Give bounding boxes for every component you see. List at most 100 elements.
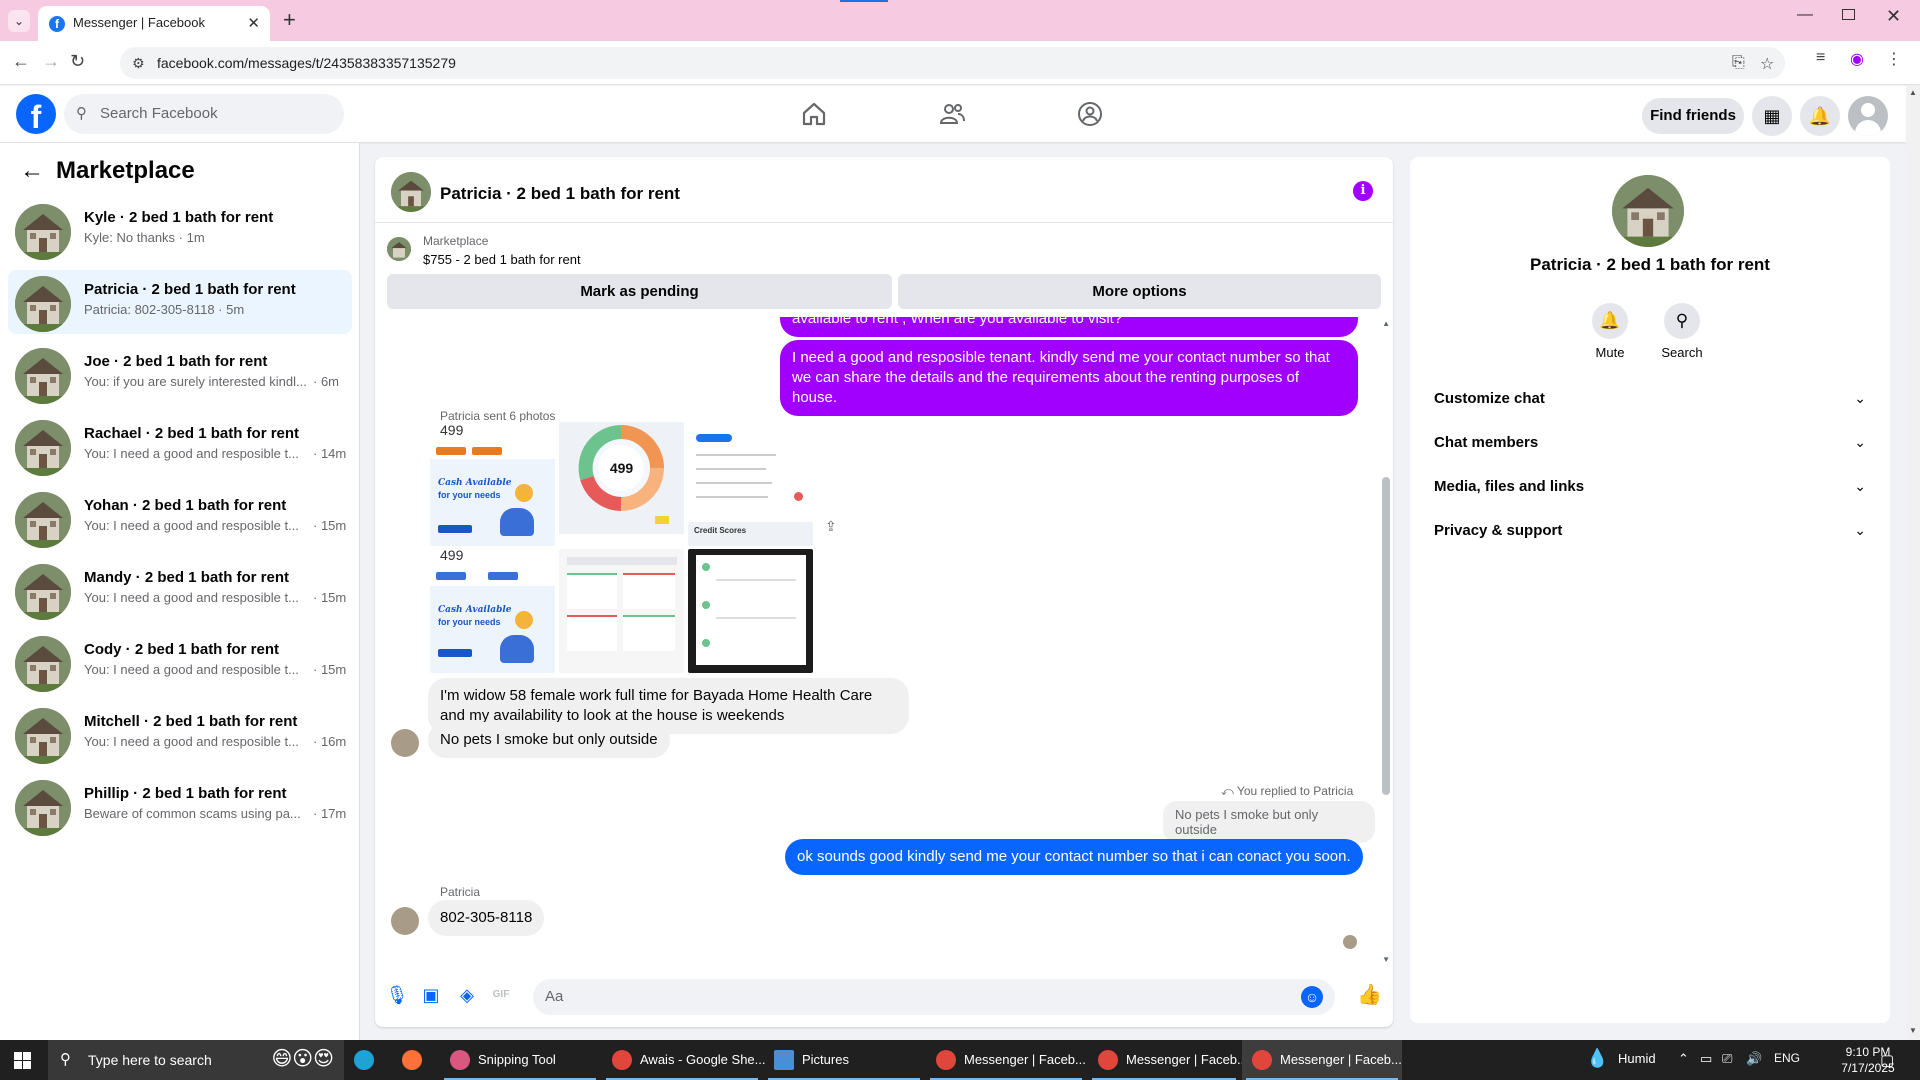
reload-icon[interactable]: ↻ bbox=[70, 51, 85, 72]
site-info-icon[interactable]: ⚙ bbox=[132, 55, 145, 72]
menu-grid-icon[interactable]: ▦ bbox=[1752, 96, 1792, 136]
conversation-avatar bbox=[15, 204, 71, 260]
listing-thumbnail[interactable] bbox=[387, 237, 411, 261]
facebook-favicon-icon: f bbox=[49, 16, 65, 32]
profile-avatar[interactable] bbox=[1612, 175, 1684, 247]
composer-placeholder: Aa bbox=[545, 988, 564, 1005]
conversation-name: Joe · 2 bed 1 bath for rent bbox=[84, 353, 268, 370]
chat-title[interactable]: Patricia · 2 bed 1 bath for rent bbox=[440, 184, 680, 204]
browser-menu-icon[interactable]: ⋮ bbox=[1886, 49, 1902, 69]
account-avatar[interactable] bbox=[1848, 96, 1888, 136]
photo-attachment[interactable] bbox=[559, 549, 684, 673]
home-icon[interactable] bbox=[800, 100, 828, 128]
listing-title[interactable]: $755 - 2 bed 1 bath for rent bbox=[423, 252, 581, 267]
taskbar-app-pictures[interactable]: Pictures bbox=[764, 1040, 924, 1080]
tray-device-icon[interactable]: ▭ bbox=[1700, 1051, 1712, 1067]
find-friends-button[interactable]: Find friends bbox=[1642, 98, 1744, 134]
photo-attachment[interactable]: 499 Cash Available for your needs bbox=[430, 549, 555, 673]
taskbar-app-messenger-2[interactable]: Messenger | Faceb... bbox=[1088, 1040, 1248, 1080]
conversation-item[interactable]: Kyle · 2 bed 1 bath for rent Kyle: No tha… bbox=[8, 198, 352, 262]
browser-tab[interactable]: f Messenger | Facebook ✕ bbox=[38, 6, 270, 41]
gif-icon[interactable]: GIF bbox=[489, 983, 513, 1007]
message-scrollbar[interactable]: ▲ ▼ bbox=[1379, 317, 1393, 967]
search-icon[interactable]: ⚲ bbox=[1664, 303, 1700, 339]
conversation-preview: You: if you are surely interested kindl.… bbox=[84, 374, 307, 389]
restore-icon[interactable] bbox=[1842, 9, 1855, 20]
photo-attachment[interactable] bbox=[688, 549, 813, 673]
photo-attachment[interactable]: 499 bbox=[559, 422, 684, 546]
network-icon[interactable]: ⎚ bbox=[1722, 1051, 1732, 1067]
weather-icon[interactable]: 💧 bbox=[1586, 1048, 1608, 1069]
facebook-search-input[interactable]: ⚲ Search Facebook bbox=[64, 94, 344, 134]
conversation-item[interactable]: Mitchell · 2 bed 1 bath for rent You: I n… bbox=[8, 702, 352, 766]
facebook-logo[interactable]: f bbox=[16, 94, 56, 135]
omnibox[interactable]: ⚙ facebook.com/messages/t/24358383357135… bbox=[120, 47, 1785, 79]
media-controls-icon[interactable]: ≡ bbox=[1816, 49, 1825, 67]
photos-label: Patricia sent 6 photos bbox=[440, 409, 556, 423]
forward-icon[interactable]: → bbox=[42, 51, 60, 72]
quoted-message[interactable]: No pets I smoke but only outside bbox=[1163, 801, 1375, 843]
emoji-icon[interactable]: ☺ bbox=[1301, 986, 1323, 1008]
photo-upload-icon[interactable]: ▣ bbox=[419, 983, 443, 1007]
section-chat-members[interactable]: Chat members ⌄ bbox=[1426, 422, 1874, 466]
conversation-item[interactable]: Rachael · 2 bed 1 bath for rent You: I ne… bbox=[8, 414, 352, 478]
profile-icon[interactable]: ◉ bbox=[1850, 49, 1864, 69]
more-options-button[interactable]: More options bbox=[898, 274, 1381, 309]
mark-as-pending-button[interactable]: Mark as pending bbox=[387, 274, 892, 309]
conversation-item[interactable]: Patricia · 2 bed 1 bath for rent Patricia… bbox=[8, 270, 352, 334]
chat-header: Patricia · 2 bed 1 bath for rent i bbox=[375, 157, 1393, 223]
conversation-item[interactable]: Yohan · 2 bed 1 bath for rent You: I need… bbox=[8, 486, 352, 550]
conversation-item[interactable]: Cody · 2 bed 1 bath for rent You: I need … bbox=[8, 630, 352, 694]
weather-text[interactable]: Humid bbox=[1618, 1051, 1656, 1066]
tab-close-icon[interactable]: ✕ bbox=[247, 14, 260, 32]
tray-chevron-icon[interactable]: ⌃ bbox=[1678, 1051, 1689, 1067]
conversation-preview: You: I need a good and resposible t... bbox=[84, 518, 299, 533]
taskbar-search-input[interactable]: ⚲ Type here to search 😄😮😍 bbox=[48, 1040, 344, 1080]
install-app-icon[interactable]: ⎘ bbox=[1732, 54, 1745, 72]
back-arrow-icon[interactable]: ← bbox=[20, 157, 44, 185]
language-indicator[interactable]: ENG bbox=[1774, 1051, 1800, 1065]
firefox-icon[interactable] bbox=[392, 1040, 428, 1080]
taskbar-app-messenger-1[interactable]: Messenger | Faceb... bbox=[926, 1040, 1086, 1080]
url-text[interactable]: facebook.com/messages/t/2435838335713527… bbox=[157, 55, 456, 71]
share-icon[interactable]: ⇪ bbox=[825, 518, 837, 535]
photo-attachment[interactable]: 499 Cash Available for your needs bbox=[430, 422, 555, 546]
page-scrollbar[interactable]: ▲ ▼ bbox=[1906, 86, 1920, 1041]
conversation-avatar bbox=[15, 636, 71, 692]
conversation-item[interactable]: Mandy · 2 bed 1 bath for rent You: I need… bbox=[8, 558, 352, 622]
section-customize-chat[interactable]: Customize chat ⌄ bbox=[1426, 378, 1874, 422]
notifications-bell-icon[interactable]: 🔔 bbox=[1800, 96, 1840, 136]
edge-icon[interactable] bbox=[344, 1040, 380, 1080]
new-tab-button[interactable]: + bbox=[283, 7, 296, 33]
scrollbar-thumb[interactable] bbox=[1382, 477, 1390, 795]
windows-start-icon[interactable] bbox=[14, 1052, 31, 1069]
chat-avatar[interactable] bbox=[391, 172, 431, 212]
section-media-files-links[interactable]: Media, files and links ⌄ bbox=[1426, 466, 1874, 510]
minimize-icon[interactable]: — bbox=[1797, 6, 1813, 24]
window-close-icon[interactable]: ✕ bbox=[1886, 6, 1901, 27]
conversation-preview: You: I need a good and resposible t... bbox=[84, 590, 299, 605]
conversation-avatar bbox=[15, 780, 71, 836]
volume-icon[interactable]: 🔊 bbox=[1746, 1051, 1762, 1067]
taskbar-app-snipping-tool[interactable]: Snipping Tool bbox=[440, 1040, 600, 1080]
bookmark-star-icon[interactable]: ☆ bbox=[1760, 54, 1774, 74]
sticker-icon[interactable]: ◈ bbox=[455, 983, 479, 1007]
message-input[interactable]: Aa ☺ bbox=[533, 979, 1335, 1015]
info-icon[interactable]: i bbox=[1353, 181, 1373, 201]
taskbar-app-messenger-3[interactable]: Messenger | Faceb... bbox=[1242, 1040, 1402, 1080]
thumbs-up-icon[interactable]: 👍 bbox=[1357, 983, 1382, 1007]
friends-icon[interactable] bbox=[938, 100, 966, 128]
back-icon[interactable]: ← bbox=[12, 51, 30, 72]
microphone-icon[interactable]: 🎙 bbox=[385, 983, 409, 1007]
section-privacy-support[interactable]: Privacy & support ⌄ bbox=[1426, 510, 1874, 554]
groups-icon[interactable] bbox=[1076, 100, 1104, 128]
conversation-item[interactable]: Phillip · 2 bed 1 bath for rent Beware of… bbox=[8, 774, 352, 838]
conversation-item[interactable]: Joe · 2 bed 1 bath for rent You: if you a… bbox=[8, 342, 352, 406]
sender-avatar[interactable] bbox=[391, 729, 419, 757]
mute-bell-icon[interactable]: 🔔 bbox=[1592, 303, 1628, 339]
sender-avatar[interactable] bbox=[391, 907, 419, 935]
tab-search-button[interactable]: ⌄ bbox=[8, 10, 30, 32]
taskbar-app-chrome-sheets[interactable]: Awais - Google She... bbox=[602, 1040, 766, 1080]
notification-center-icon[interactable]: ▢ bbox=[1880, 1051, 1894, 1069]
photo-attachment[interactable]: Credit Scores bbox=[688, 422, 813, 546]
